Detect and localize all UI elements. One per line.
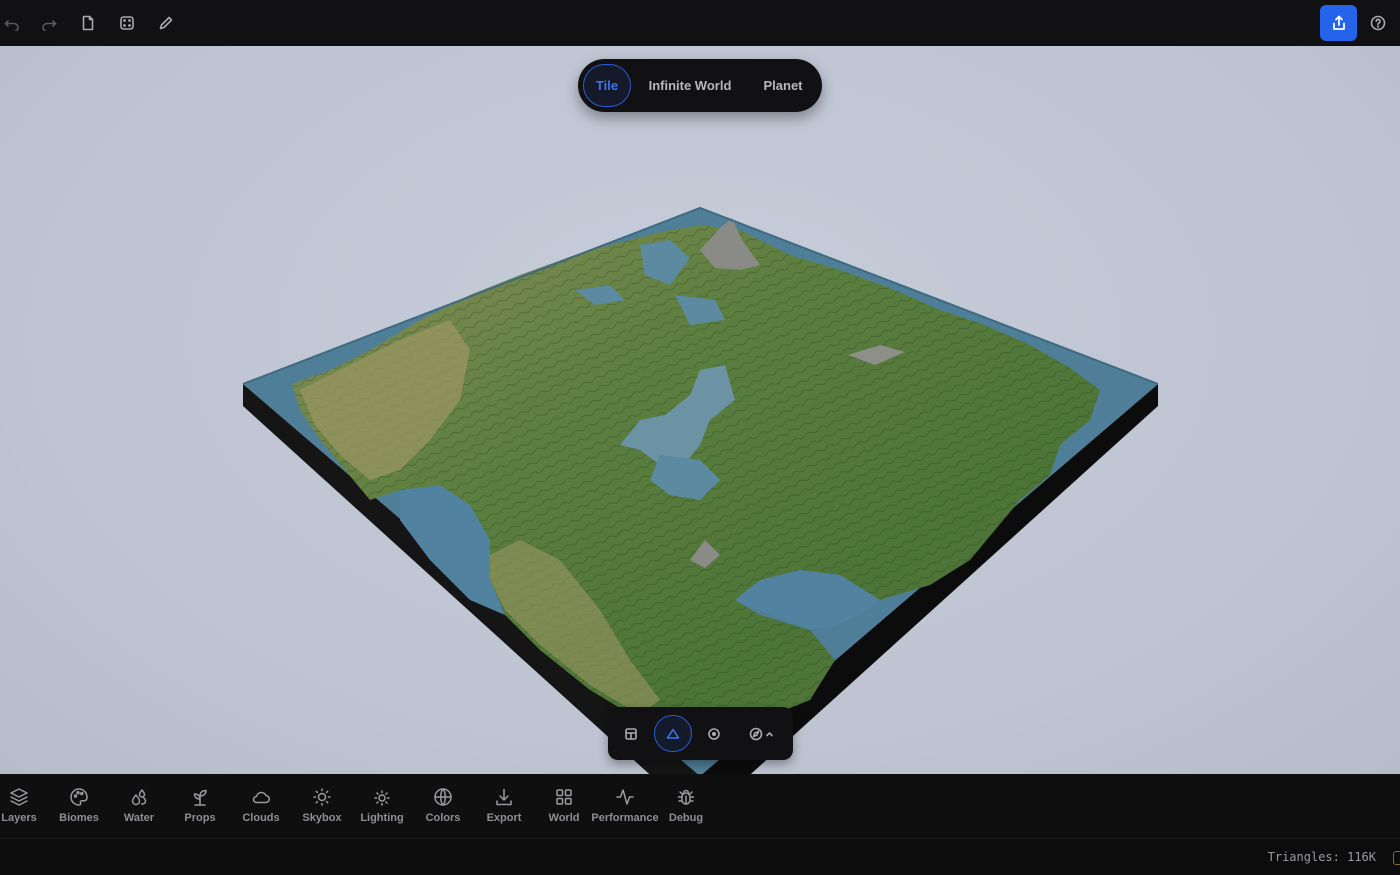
camera-controls [608,707,793,760]
tool-label: Export [486,812,522,824]
help-icon [1370,15,1386,31]
tool-export[interactable]: Export [473,787,535,831]
orbit-target-button[interactable] [700,715,728,752]
layers-icon [10,788,28,806]
compass-menu-button[interactable] [742,715,782,752]
dice-icon [120,16,134,30]
grid-icon [556,789,572,805]
triangle-count: Triangles: 116K [1267,850,1376,864]
new-file-button[interactable] [76,11,100,35]
pencil-icon [159,16,173,30]
tool-clouds[interactable]: Clouds [230,787,292,831]
cloud-icon [252,791,270,804]
edit-button[interactable] [154,11,178,35]
file-icon [82,15,94,31]
tool-label: Skybox [302,812,342,824]
status-bar: Triangles: 116K [0,838,1400,875]
tool-label: Biomes [59,812,99,824]
tool-label: Performance [591,812,659,824]
tool-lighting[interactable]: Lighting [351,787,413,831]
bug-icon [677,789,695,805]
tool-panel: Layers Biomes Water Props Clouds Skybox … [0,774,1400,838]
redo-button[interactable] [37,11,61,35]
tool-performance[interactable]: Performance [591,787,659,831]
top-view-button[interactable] [616,715,646,752]
perspective-view-button[interactable] [654,715,692,752]
globe-icon [434,788,452,806]
tool-label: Debug [668,812,704,824]
sprout-icon [193,789,207,806]
undo-button[interactable] [0,11,24,35]
tool-label: Water [123,812,155,824]
tool-layers[interactable]: Layers [0,787,50,831]
status-indicator[interactable] [1393,851,1400,865]
top-view-icon [625,727,637,740]
tool-skybox[interactable]: Skybox [291,787,353,831]
tool-water[interactable]: Water [108,787,170,831]
tool-label: Clouds [242,812,280,824]
sun-icon [313,788,331,806]
perspective-icon [666,728,680,739]
mode-infinite-world[interactable]: Infinite World [640,64,740,107]
tool-label: Layers [1,812,37,824]
mode-planet[interactable]: Planet [754,64,812,107]
tool-label: Props [184,812,216,824]
tool-debug[interactable]: Debug [655,787,717,831]
activity-icon [616,789,634,805]
tool-props[interactable]: Props [169,787,231,831]
mode-tile[interactable]: Tile [583,64,631,107]
top-toolbar [0,0,1400,46]
redo-icon [42,20,57,31]
light-icon [374,790,390,806]
orbit-target-icon [708,727,720,740]
water-drops-icon [131,789,147,806]
tool-label: Colors [425,812,461,824]
help-button[interactable] [1366,11,1390,35]
tool-label: Lighting [360,812,404,824]
tool-label: World [548,812,580,824]
tool-biomes[interactable]: Biomes [48,787,110,831]
download-icon [496,788,512,806]
mode-switch: Tile Infinite World Planet [578,59,822,112]
randomize-button[interactable] [115,11,139,35]
tool-colors[interactable]: Colors [412,787,474,831]
terrain-tile [242,206,1159,774]
share-button[interactable] [1320,5,1357,41]
compass-icon [749,727,773,740]
undo-icon [4,20,19,31]
tool-world[interactable]: World [533,787,595,831]
share-icon [1332,15,1345,30]
palette-icon [70,788,88,806]
terrain-viewport[interactable]: Tile Infinite World Planet [0,46,1400,774]
